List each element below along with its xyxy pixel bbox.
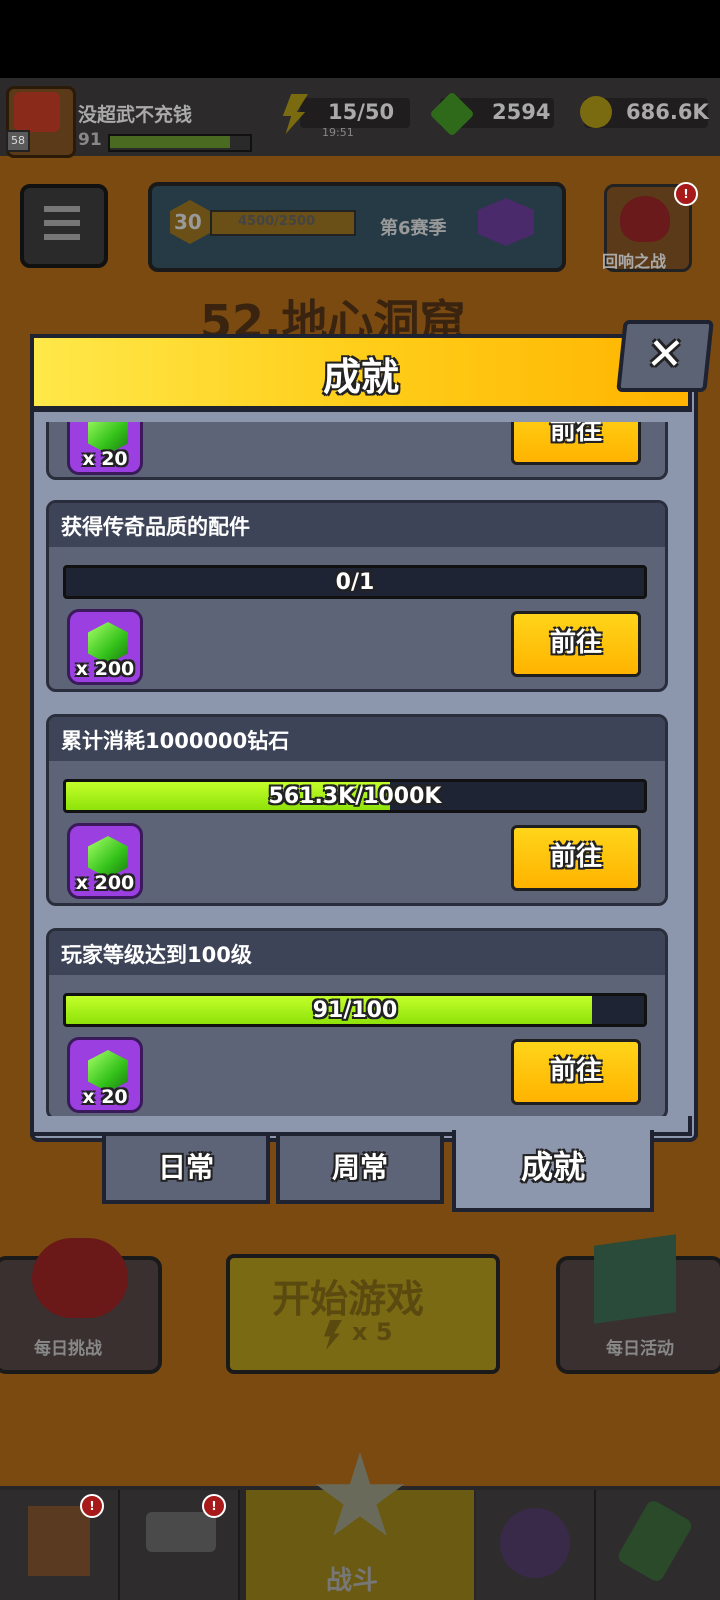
achievement-card-2: 累计消耗1000000钻石 561.3K/1000K x 200 前往	[46, 714, 668, 906]
start-game-energy-cost: x 5	[352, 1318, 393, 1346]
player-name: 没超武不充钱	[78, 104, 193, 126]
reward-gem-slot: x 200	[67, 609, 143, 685]
achievement-card-3: 玩家等级达到100级 91/100 x 20 前往	[46, 928, 668, 1120]
echo-battle-notification-badge: !	[674, 182, 698, 206]
go-button[interactable]: 前往	[511, 611, 641, 677]
hamburger-menu-icon	[44, 234, 80, 240]
season-progress-text: 4500/2500	[238, 214, 316, 229]
hamburger-menu-icon	[44, 206, 80, 212]
reward-gem-slot: x 20	[67, 1037, 143, 1113]
weapons-notification-badge: !	[202, 1494, 226, 1518]
shop-notification-badge: !	[80, 1494, 104, 1518]
progress-text: 0/1	[335, 570, 375, 595]
reward-quantity: x 20	[82, 448, 128, 470]
reward-quantity: x 200	[75, 872, 135, 894]
go-button[interactable]: 前往	[511, 1039, 641, 1105]
reward-quantity: x 200	[75, 658, 135, 680]
tab-achievements[interactable]: 成就	[452, 1130, 654, 1212]
tab-daily[interactable]: 日常	[102, 1132, 270, 1204]
energy-value: 15/50	[328, 100, 395, 124]
player-level: 91	[78, 130, 102, 150]
modal-title: 成就	[322, 355, 399, 399]
boxing-glove-icon	[32, 1238, 128, 1318]
nav-battle-label: 战斗	[326, 1566, 379, 1596]
talent-orb-icon	[500, 1508, 570, 1578]
achievement-card-1: 获得传奇品质的配件 0/1 x 200 前往	[46, 500, 668, 692]
player-xp-fill	[110, 136, 230, 148]
daily-event-label: 每日活动	[606, 1339, 674, 1359]
start-game-label: 开始游戏	[272, 1277, 425, 1321]
go-button[interactable]: 前往	[511, 825, 641, 891]
map-icon	[594, 1234, 676, 1324]
close-button[interactable]: ✕	[616, 320, 714, 392]
avatar-portrait-icon	[14, 92, 60, 132]
reward-gem-slot: x 200	[67, 823, 143, 899]
energy-timer: 19:51	[322, 126, 354, 139]
close-icon: ✕	[644, 329, 687, 380]
progress-text: 91/100	[312, 998, 398, 1023]
daily-challenge-label: 每日挑战	[34, 1339, 102, 1359]
reward-quantity: x 20	[82, 1086, 128, 1108]
shop-stall-icon	[28, 1506, 90, 1576]
achievement-title: 玩家等级达到100级	[61, 943, 252, 967]
coin-value: 686.6K	[626, 100, 709, 124]
season-label: 第6赛季	[380, 218, 447, 239]
demon-face-icon	[620, 196, 670, 242]
hamburger-menu-icon	[44, 220, 80, 226]
progress-text: 561.3K/1000K	[268, 784, 442, 809]
menu-button[interactable]	[20, 184, 108, 268]
season-rank: 30	[174, 210, 202, 234]
achievement-progress-bar: 561.3K/1000K	[63, 779, 647, 813]
gun-icon	[146, 1512, 216, 1552]
gold-coin-icon	[580, 96, 612, 128]
avatar-level-badge: 58	[6, 130, 30, 152]
echo-battle-label: 回响之战	[602, 252, 667, 271]
achievement-title: 获得传奇品质的配件	[61, 515, 250, 539]
achievement-title: 累计消耗1000000钻石	[61, 729, 290, 753]
achievement-progress-bar: 91/100	[63, 993, 647, 1027]
tab-weekly[interactable]: 周常	[276, 1132, 444, 1204]
achievement-progress-bar: 0/1	[63, 565, 647, 599]
gem-value: 2594	[492, 100, 551, 124]
